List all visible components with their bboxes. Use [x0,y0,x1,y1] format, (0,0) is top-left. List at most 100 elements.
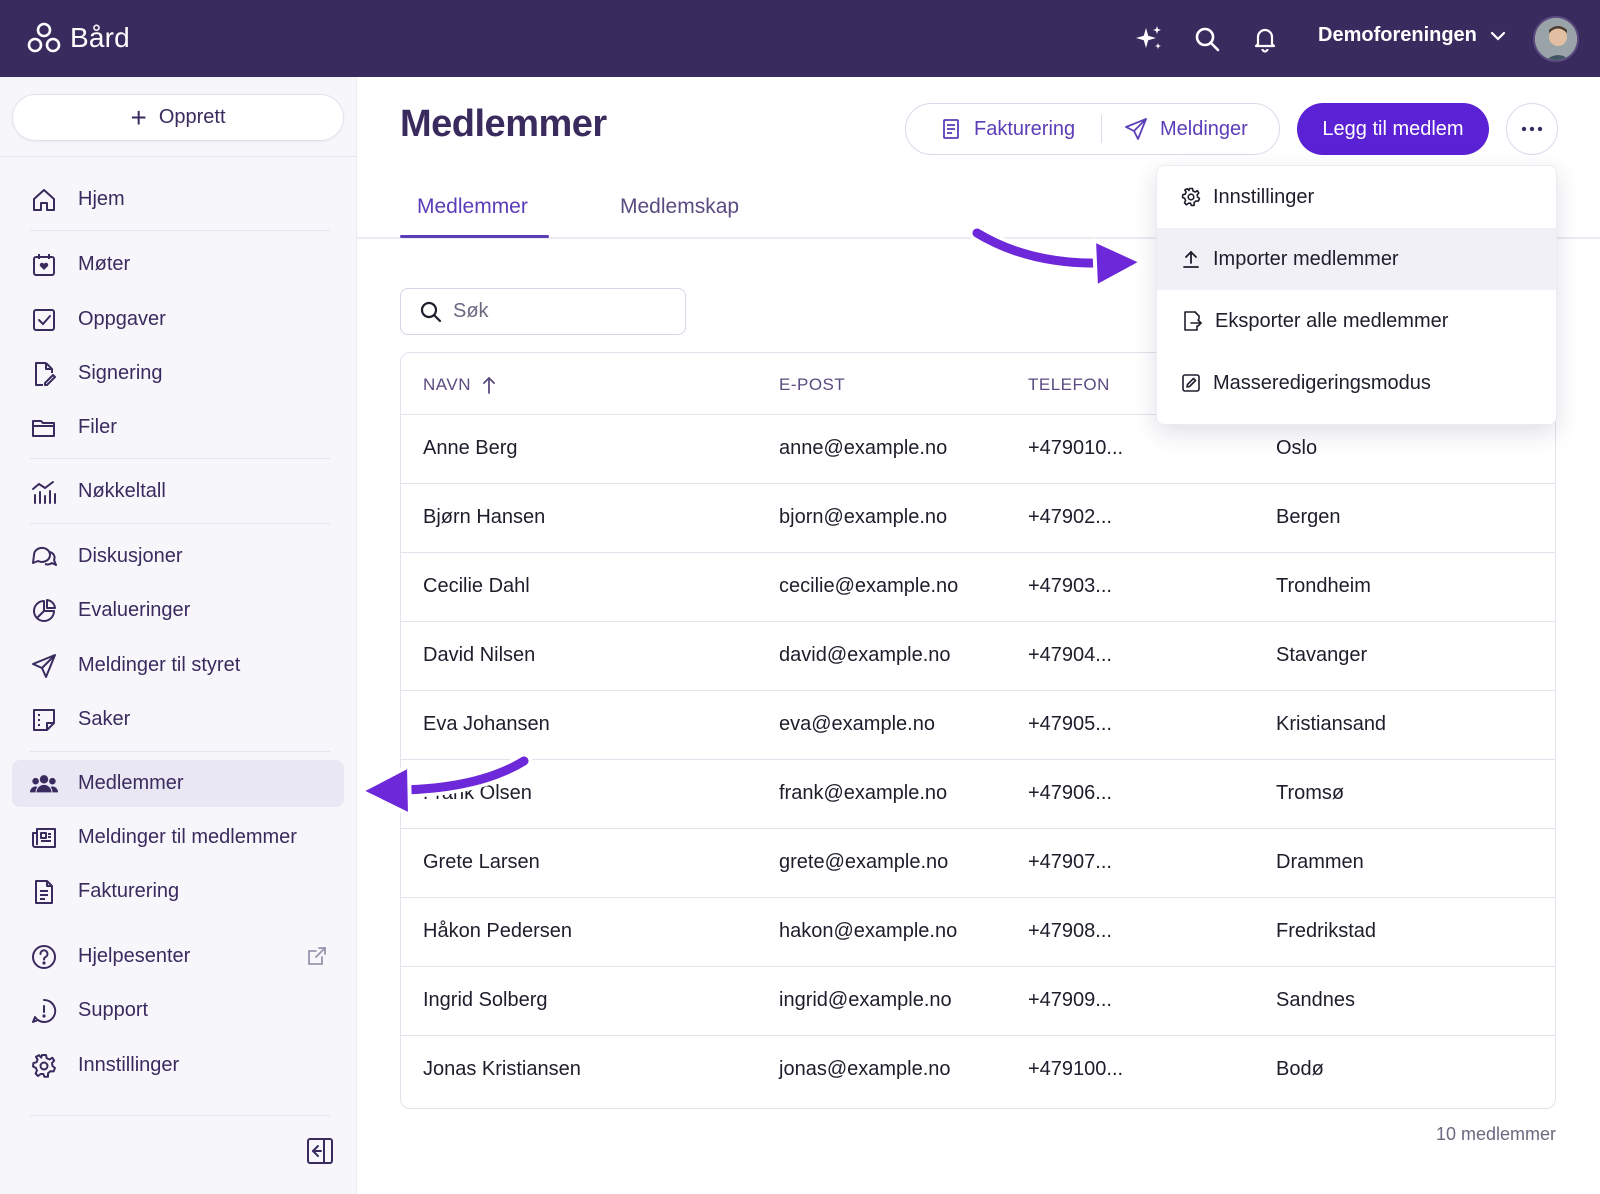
collapse-sidebar-icon[interactable] [306,1137,334,1165]
organization-switcher[interactable]: Demoforeningen [1318,24,1507,47]
sort-ascending-icon [481,375,497,395]
sidebar-item-label: Signering [78,362,163,384]
sidebar-item-saker[interactable]: Saker [12,696,344,743]
sidebar-item-label: Oppgaver [78,308,166,330]
search-input[interactable] [453,300,653,323]
menu-item-masseredigeringsmodus[interactable]: Masseredigeringsmodus [1157,352,1556,414]
member-city-cell: Sandnes [1276,989,1355,1011]
divider [30,1115,330,1116]
billing-button[interactable]: Fakturering [906,104,1101,154]
sidebar-item-label: Hjem [78,188,125,210]
sidebar-item-label: Support [78,999,149,1021]
table-row[interactable]: Bjørn Hansen bjorn@example.no +47902... Ber… [401,484,1555,553]
column-header-epost[interactable]: E-POST [779,375,845,395]
bell-icon[interactable] [1250,24,1280,54]
sidebar-item-signering[interactable]: Signering [12,350,344,397]
member-email-cell: anne@example.no [779,437,948,459]
sidebar-item-meldinger-til-medlemmer[interactable]: Meldinger til medlemmer [12,814,344,861]
sidebar-item-label: Nøkkeltall [78,480,166,502]
sidebar-item-label: Hjelpesenter [78,945,191,967]
sidebar-item-support[interactable]: Support [12,987,344,1034]
tab-medlemskap[interactable]: Medlemskap [620,195,739,219]
table-row[interactable]: Eva Johansen eva@example.no +47905... Krist… [401,691,1555,760]
table-row[interactable]: Grete Larsen grete@example.no +47907... Dra… [401,829,1555,898]
table-row[interactable]: David Nilsen david@example.no +47904... Sta… [401,622,1555,691]
sidebar-item-moter[interactable]: Møter [12,241,344,288]
column-header-telefon[interactable]: TELEFON [1028,375,1110,395]
member-email-cell: frank@example.no [779,782,948,804]
annotation-arrow-import [969,225,1144,289]
action-button-group: Fakturering Meldinger [905,103,1280,155]
member-email-cell: cecilie@example.no [779,575,959,597]
messages-button[interactable]: Meldinger [1102,104,1248,154]
member-city-cell: Fredrikstad [1276,920,1377,942]
member-email-cell: jonas@example.no [779,1058,951,1080]
sidebar-item-filer[interactable]: Filer [12,404,344,451]
member-name-cell: David Nilsen [423,644,536,666]
add-member-button[interactable]: Legg til medlem [1297,103,1489,155]
sidebar-item-innstillinger[interactable]: Innstillinger [12,1042,344,1089]
member-city-cell: Kristiansand [1276,713,1387,735]
sidebar-item-evalueringer[interactable]: Evalueringer [12,587,344,634]
divider [0,156,357,157]
member-name-cell: Frank Olsen [423,782,532,804]
table-row[interactable]: Håkon Pedersen hakon@example.no +47908... F… [401,898,1555,967]
sidebar-item-meldinger-til-styret[interactable]: Meldinger til styret [12,642,344,689]
note-icon [30,706,58,734]
create-button[interactable]: + Opprett [12,94,344,141]
sidebar-item-hjelpesenter[interactable]: Hjelpesenter [12,933,344,980]
sidebar-item-label: Fakturering [78,880,180,902]
users-icon [30,770,58,798]
sidebar-item-label: Meldinger til styret [78,654,241,676]
table-row[interactable]: Jonas Kristiansen jonas@example.no +479100… [401,1036,1555,1105]
search-icon [419,300,443,324]
sidebar-item-fakturering[interactable]: Fakturering [12,868,344,915]
external-link-icon [306,945,328,967]
send-icon [30,652,58,680]
member-email-cell: grete@example.no [779,851,949,873]
sidebar-item-label: Meldinger til medlemmer [78,826,297,848]
menu-item-importer-medlemmer[interactable]: Importer medlemmer [1157,228,1556,290]
sidebar-item-medlemmer[interactable]: Medlemmer [12,760,344,807]
member-city-cell: Stavanger [1276,644,1368,666]
member-name-cell: Eva Johansen [423,713,550,735]
sidebar-item-oppgaver[interactable]: Oppgaver [12,296,344,343]
member-phone-cell: +47906... [1028,782,1112,804]
logo-icon [26,20,62,56]
send-icon [1124,117,1148,141]
sidebar-item-label: Innstillinger [78,1054,180,1076]
sparkle-icon[interactable] [1134,24,1164,54]
menu-item-innstillinger[interactable]: Innstillinger [1157,166,1556,228]
more-options-button[interactable] [1506,103,1558,155]
member-city-cell: Bodø [1276,1058,1324,1080]
column-header-navn[interactable]: NAVN [423,375,497,395]
member-city-cell: Drammen [1276,851,1364,873]
table-row[interactable]: Frank Olsen frank@example.no +47906... Trom… [401,760,1555,829]
newspaper-icon [30,824,58,852]
tab-medlemmer[interactable]: Medlemmer [417,195,528,219]
menu-item-eksporter-alle-medlemmer[interactable]: Eksporter alle medlemmer [1157,290,1556,352]
organization-name: Demoforeningen [1318,24,1477,46]
table-row[interactable]: Cecilie Dahl cecilie@example.no +47903... T… [401,553,1555,622]
logo[interactable]: Bård [26,20,130,56]
table-row[interactable]: Anne Berg anne@example.no +479010... Oslo [401,415,1555,484]
avatar[interactable] [1533,16,1579,62]
member-city-cell: Tromsø [1276,782,1345,804]
search-icon[interactable] [1192,24,1222,54]
sidebar-item-diskusjoner[interactable]: Diskusjoner [12,533,344,580]
column-label: NAVN [423,375,471,394]
checkbox-icon [30,306,58,334]
table-row[interactable]: Ingrid Solberg ingrid@example.no +47909...… [401,967,1555,1036]
app-name: Bård [70,22,130,53]
upload-icon [1181,249,1201,269]
menu-item-label: Eksporter alle medlemmer [1215,309,1449,332]
member-count: 10 medlemmer [1435,1124,1556,1144]
sidebar-item-nokkeltall[interactable]: Nøkkeltall [12,468,344,515]
billing-button-label: Fakturering [974,117,1076,140]
member-phone-cell: +47905... [1028,713,1112,735]
sidebar-item-label: Medlemmer [78,772,184,794]
member-phone-cell: +47909... [1028,989,1112,1011]
top-bar: Bård Demoforeningen [0,0,1600,77]
divider [30,458,330,459]
sidebar-item-hjem[interactable]: Hjem [12,176,344,223]
